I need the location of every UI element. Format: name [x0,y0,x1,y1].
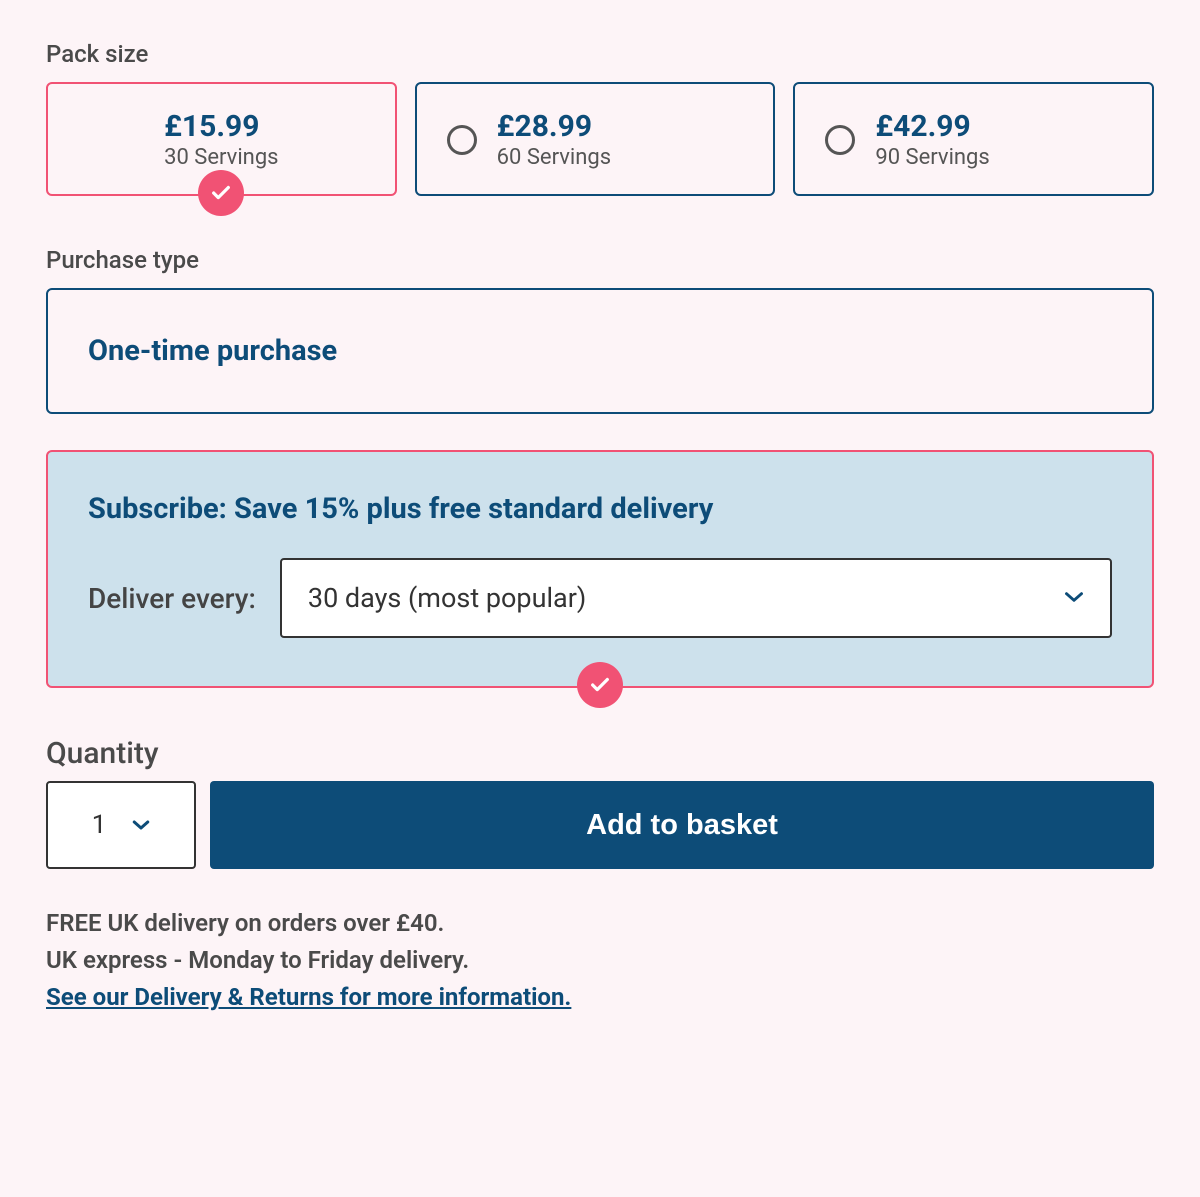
frequency-value: 30 days (most popular) [308,582,586,614]
check-icon [577,662,623,708]
quantity-value: 1 [92,810,107,840]
pack-option-90[interactable]: £42.99 90 Servings [793,82,1154,196]
delivery-line-2: UK express - Monday to Friday delivery. [46,942,1154,979]
pack-price: £15.99 [164,110,278,143]
purchase-one-time[interactable]: One-time purchase [46,288,1154,414]
pack-servings: 30 Servings [164,145,278,170]
subscribe-title: Subscribe: Save 15% plus free standard d… [88,492,1112,526]
quantity-label: Quantity [46,736,196,771]
check-icon [198,170,244,216]
quantity-select[interactable]: 1 [46,781,196,869]
pack-servings: 90 Servings [875,145,989,170]
chevron-down-icon [1064,589,1084,608]
pack-size-label: Pack size [46,40,1154,68]
delivery-info: FREE UK delivery on orders over £40. UK … [46,905,1154,1011]
radio-icon [825,125,855,155]
purchase-type-label: Purchase type [46,246,1154,274]
add-to-basket-button[interactable]: Add to basket [210,781,1154,869]
purchase-type-options: One-time purchase Subscribe: Save 15% pl… [46,288,1154,688]
radio-icon [447,125,477,155]
pack-price: £28.99 [497,110,611,143]
purchase-subscribe[interactable]: Subscribe: Save 15% plus free standard d… [46,450,1154,688]
frequency-select[interactable]: 30 days (most popular) [280,558,1112,638]
delivery-line-1: FREE UK delivery on orders over £40. [46,905,1154,942]
pack-price: £42.99 [875,110,989,143]
deliver-every-label: Deliver every: [88,582,256,615]
chevron-down-icon [132,816,150,835]
pack-option-60[interactable]: £28.99 60 Servings [415,82,776,196]
pack-size-options: £15.99 30 Servings £28.99 60 Servings £4… [46,82,1154,196]
delivery-returns-link[interactable]: See our Delivery & Returns for more info… [46,983,571,1011]
pack-option-30[interactable]: £15.99 30 Servings [46,82,397,196]
pack-servings: 60 Servings [497,145,611,170]
one-time-title: One-time purchase [88,334,1112,368]
